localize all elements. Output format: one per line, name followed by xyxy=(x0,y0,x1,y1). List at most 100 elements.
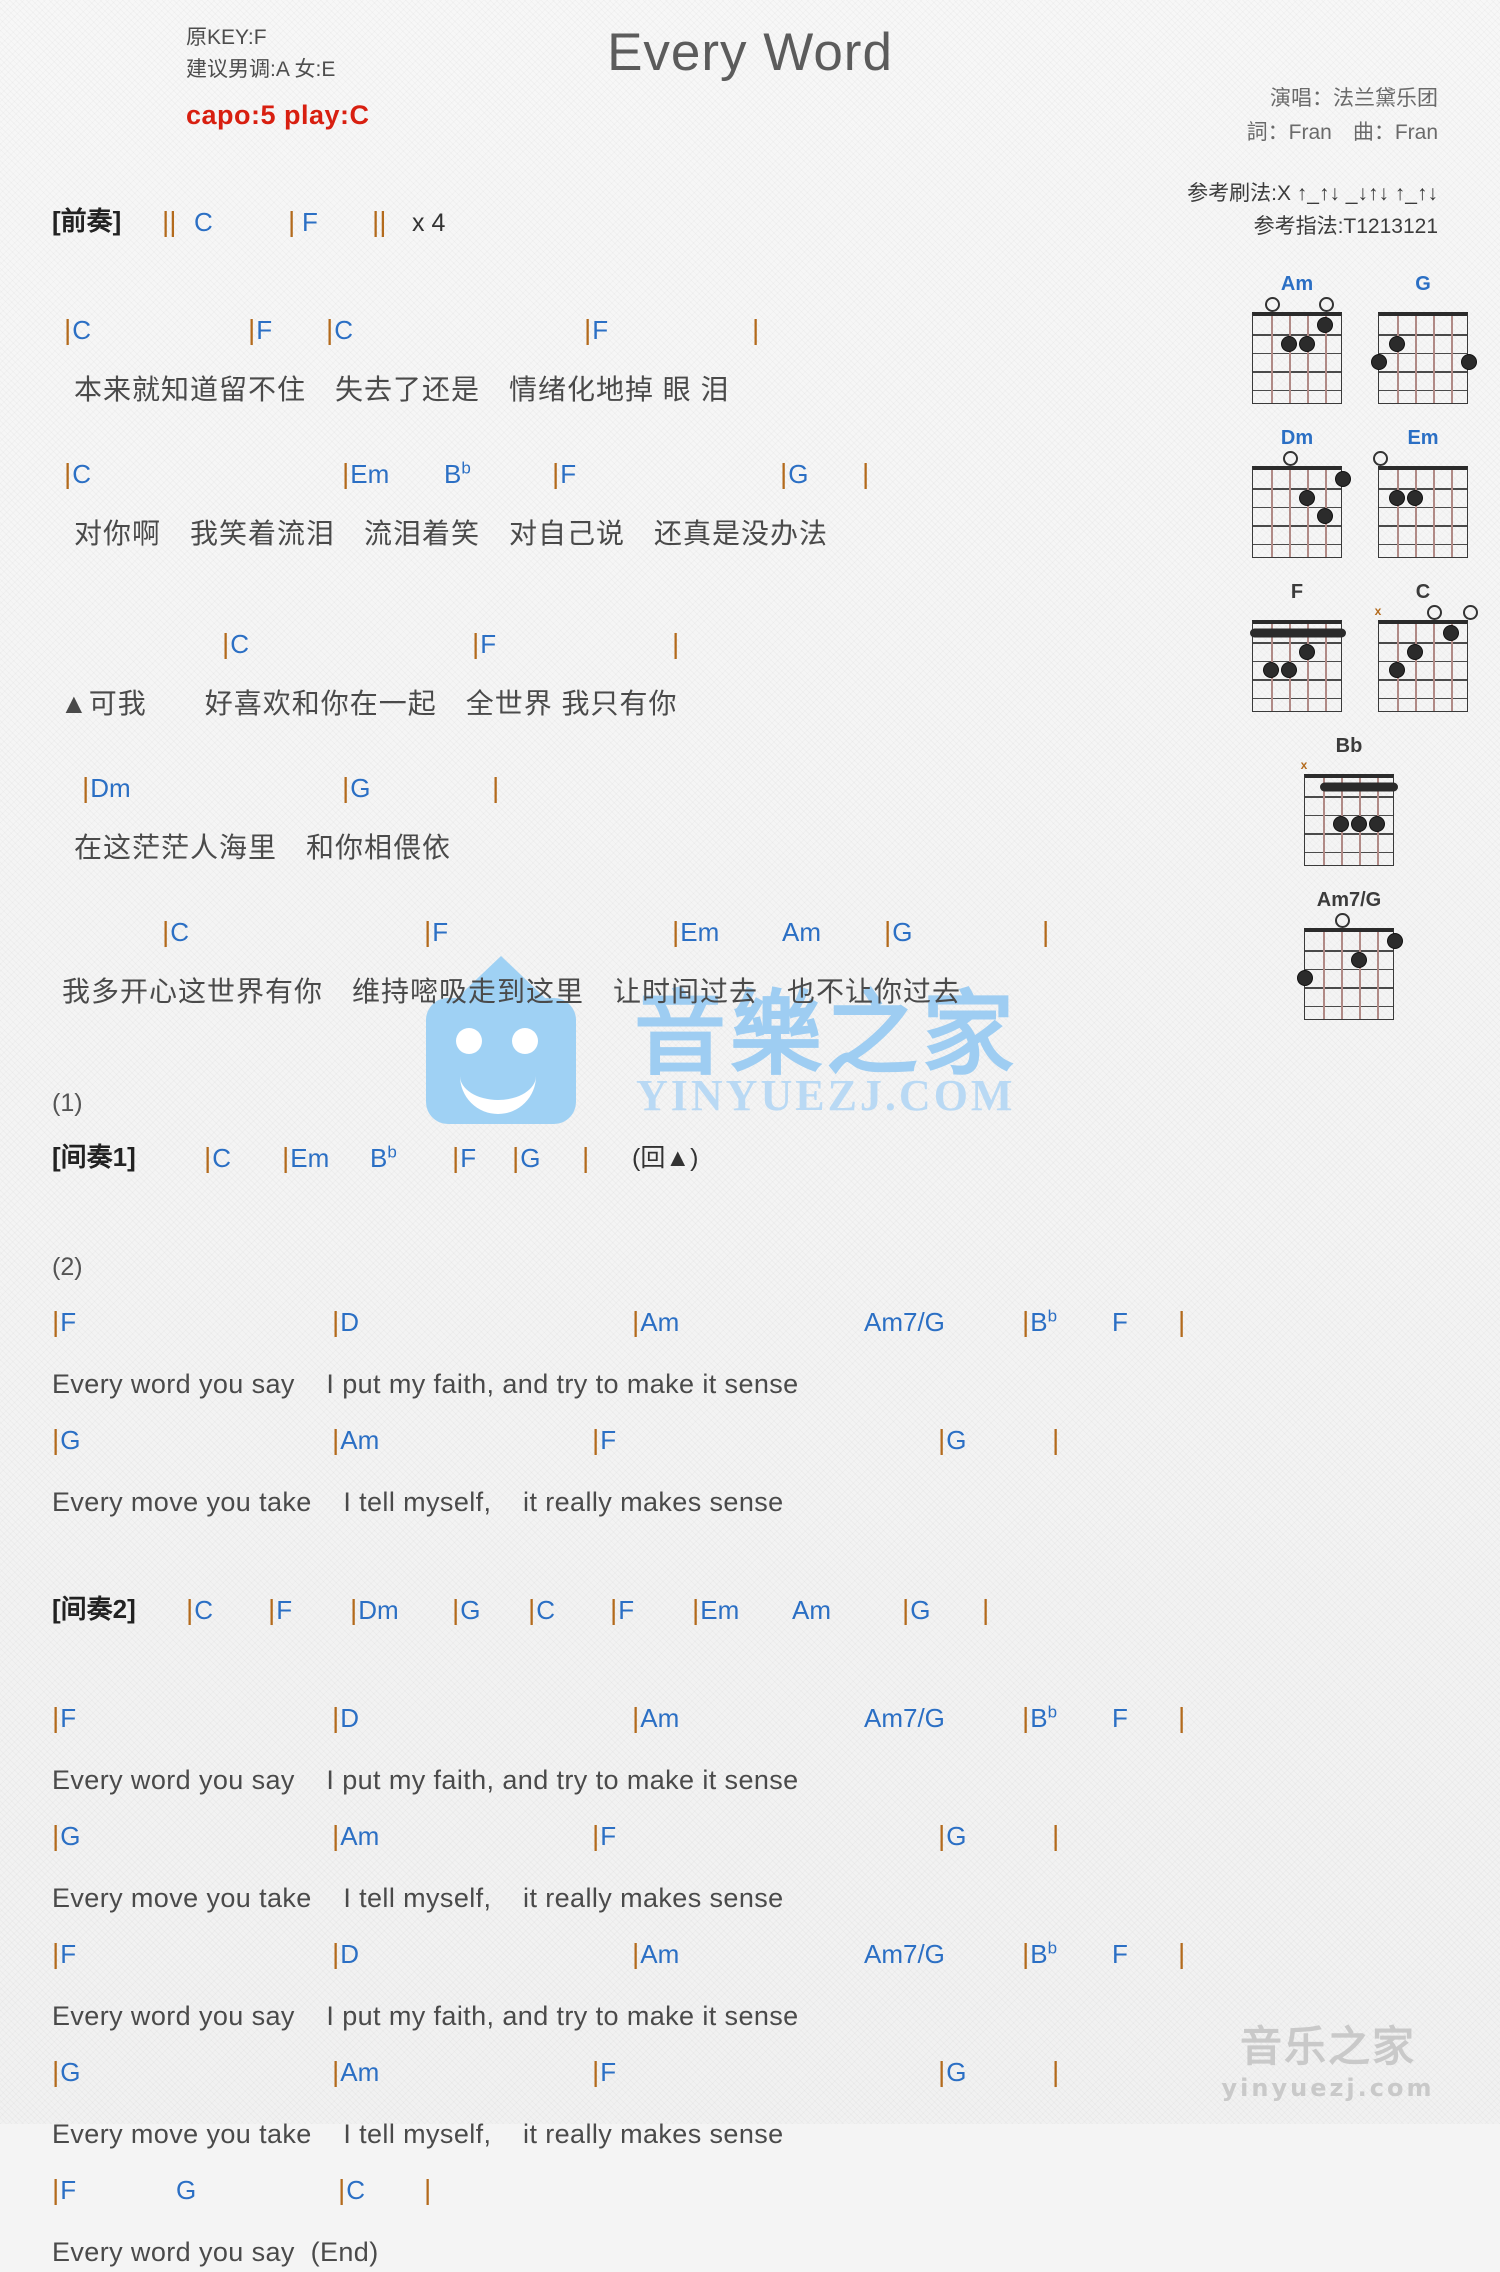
lyric-row: 对你啊 我笑着流泪 流泪着笑 对自己说 还真是没办法 xyxy=(52,494,1232,556)
chord-token: | xyxy=(672,628,680,660)
flat-symbol: b xyxy=(1047,1702,1058,1722)
lyric-text: Every move you take I tell myself, it re… xyxy=(52,1883,784,1913)
fret-line xyxy=(1253,525,1341,527)
chord-row: |C |F |C |F | xyxy=(52,294,1232,350)
chord-diagram-box xyxy=(1373,450,1471,562)
barline: | xyxy=(584,314,592,345)
lyric-text: Every word you say I put my faith, and t… xyxy=(52,1369,799,1399)
barline: || xyxy=(162,206,177,237)
barline: | xyxy=(338,2174,346,2205)
chord-token: |Dm xyxy=(82,772,131,803)
barline: | xyxy=(692,1594,700,1625)
barline: | xyxy=(64,458,72,489)
barline: | xyxy=(52,1306,60,1337)
singer: 演唱：法兰黛乐团 xyxy=(1270,87,1438,110)
fret-line xyxy=(1253,488,1341,490)
barline: | xyxy=(1022,1938,1030,1969)
chord-diagram-Am7-G: Am7/G xyxy=(1297,888,1402,1024)
lyric-text: 对你啊 我笑着流泪 流泪着笑 对自己说 还真是没办法 xyxy=(74,518,829,549)
lyric-text: 在这茫茫人海里 和你相偎依 xyxy=(74,832,452,863)
string-markers xyxy=(1375,296,1471,312)
barline: | xyxy=(1052,1424,1060,1455)
barline: | xyxy=(268,1594,276,1625)
string-line xyxy=(1397,316,1399,403)
chord-row: |G |Am |F |G | xyxy=(52,1404,1232,1460)
muted-string-icon: x xyxy=(1300,758,1308,772)
fret-line xyxy=(1379,488,1467,490)
chord-token: |G xyxy=(52,2056,81,2087)
chord-token: |D xyxy=(332,1938,360,1969)
barline: | xyxy=(332,1306,340,1337)
chord-diagram-name: F xyxy=(1290,581,1304,603)
finger-dot xyxy=(1390,336,1404,351)
finger-dot xyxy=(1444,626,1458,641)
barline: | xyxy=(332,1938,340,1969)
finger-dot xyxy=(1300,490,1314,505)
chord-token: | xyxy=(1052,1820,1060,1852)
fretboard xyxy=(1304,774,1398,866)
string-line xyxy=(1377,932,1379,1019)
chord-token: |Em xyxy=(282,1142,330,1173)
lyric-row: Every move you take I tell myself, it re… xyxy=(52,1460,1232,1522)
chord-token: Am7/G xyxy=(864,1307,945,1337)
finger-dot xyxy=(1318,318,1332,333)
chord-token: |C xyxy=(326,314,354,345)
lyric-text: Every word you say (End) xyxy=(52,2237,379,2267)
chord-token: |F xyxy=(610,1594,635,1625)
chord-token: |F xyxy=(52,1938,77,1969)
barline: | xyxy=(1022,1702,1030,1733)
fret-line xyxy=(1253,642,1341,644)
string-line xyxy=(1289,316,1291,403)
string-markers: x xyxy=(1375,604,1478,620)
chord-diagram-name: Dm xyxy=(1280,427,1314,449)
chord-diagram-box xyxy=(1249,450,1350,562)
lyric-text: 我多开心这世界有你 维持嘧吸走到这里 让时间过去 也不让你过去 xyxy=(62,976,962,1007)
fret-line xyxy=(1253,660,1341,663)
string-markers xyxy=(1249,296,1345,312)
barline: | xyxy=(52,1424,60,1455)
chord-row: |C |F | xyxy=(52,608,1232,664)
barline: | xyxy=(592,2056,600,2087)
lyric-row: 本来就知道留不住 失去了还是 情绪化地掉 眼 泪 xyxy=(52,350,1232,412)
chord-token: F xyxy=(302,207,318,237)
chord-token: |G xyxy=(884,916,913,947)
barline: | xyxy=(248,314,256,345)
fret-line xyxy=(1305,968,1393,971)
chord-token: |Am xyxy=(332,1820,380,1851)
barline: | xyxy=(82,772,90,803)
chord-row: |F G |C | xyxy=(52,2154,1232,2210)
chord-token: |G xyxy=(938,1424,967,1455)
chord-diagram-Bb: Bb x xyxy=(1297,734,1401,870)
credits-block: 演唱：法兰黛乐团 詞：Fran 曲：Fran xyxy=(1247,82,1438,149)
barline: | xyxy=(982,1594,990,1625)
chord-token: |G xyxy=(52,1424,81,1455)
barline: | xyxy=(186,1594,194,1625)
barline: | xyxy=(582,1142,590,1173)
capo-info: capo:5 play:C xyxy=(186,100,370,130)
fret-line xyxy=(1253,389,1341,391)
section-label-interlude2: [间奏2] xyxy=(52,1594,136,1624)
barline: | xyxy=(52,2174,60,2205)
barline: | xyxy=(610,1594,618,1625)
barline: | xyxy=(938,1820,946,1851)
finger-dot xyxy=(1352,817,1366,831)
barline: | xyxy=(332,1820,340,1851)
finger-dot xyxy=(1300,336,1314,351)
chord-token: |D xyxy=(332,1702,360,1733)
repeat-note: (回▲) xyxy=(632,1144,699,1172)
barline: | xyxy=(672,628,680,659)
barline: | xyxy=(222,628,230,659)
chord-token: |G xyxy=(938,1820,967,1851)
chord-row: |C |Em Bb |F |G | xyxy=(52,438,1232,494)
fretboard xyxy=(1250,620,1346,712)
barre-bar xyxy=(1250,628,1346,638)
chord-diagram-box xyxy=(1249,604,1346,716)
chord-token: |G xyxy=(52,1820,81,1851)
string-line xyxy=(1415,316,1417,403)
fret-line xyxy=(1379,679,1467,681)
barline: | xyxy=(938,2056,946,2087)
chord-token: |C xyxy=(204,1142,232,1173)
chord-token: | xyxy=(582,1142,590,1174)
